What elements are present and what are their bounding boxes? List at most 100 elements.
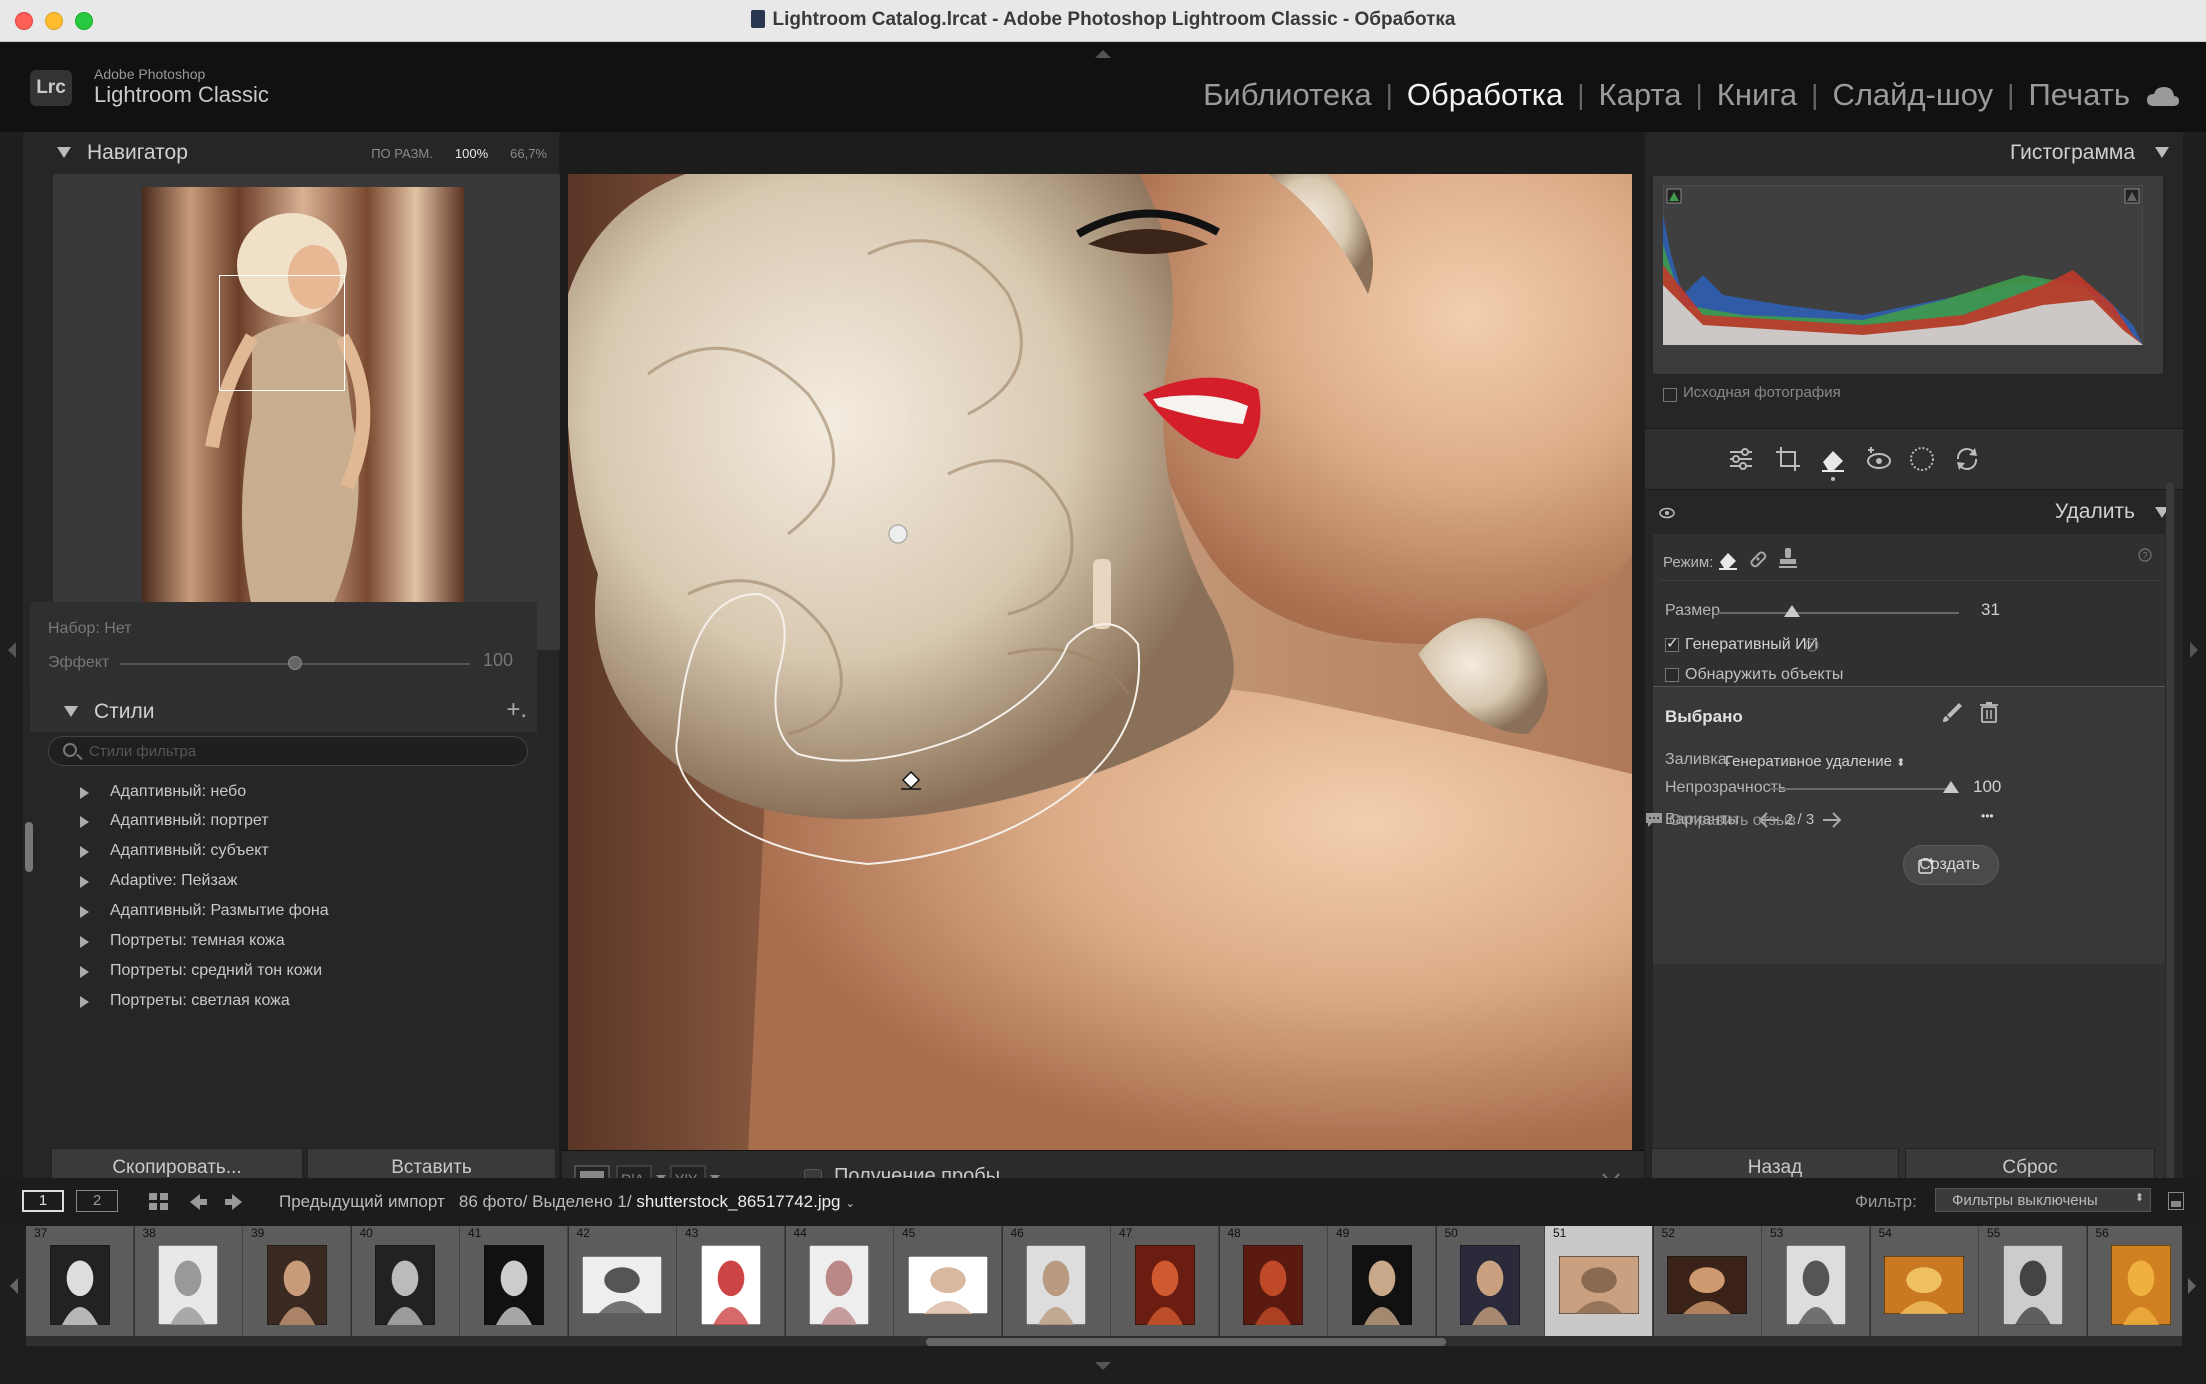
module-map[interactable]: Карта (1585, 77, 1696, 113)
left-panel-toggle-icon[interactable] (6, 642, 16, 658)
size-slider-knob[interactable] (1784, 605, 1801, 617)
styles-header[interactable]: Стили +. (30, 690, 537, 732)
filmstrip-thumbnail[interactable] (1558, 1256, 1639, 1314)
filmstrip-cell[interactable]: 45 (894, 1226, 1002, 1336)
zoom-100-option[interactable]: 100% (455, 146, 488, 161)
secondary-window-button[interactable]: 2 (76, 1190, 118, 1212)
filmstrip-thumbnail[interactable] (1667, 1256, 1747, 1314)
expand-icon[interactable] (80, 876, 89, 888)
masking-icon[interactable] (1908, 445, 1936, 473)
preset-effect-slider-knob[interactable] (288, 656, 302, 670)
zoom-custom-option[interactable]: 66,7% (510, 146, 547, 161)
filmstrip-thumbnail[interactable] (1351, 1245, 1412, 1325)
list-item[interactable]: Адаптивный: небо (30, 780, 530, 810)
filmstrip-cell[interactable]: 43 (677, 1226, 785, 1336)
expand-icon[interactable] (80, 816, 89, 828)
filmstrip-thumbnail[interactable] (1785, 1245, 1846, 1325)
breadcrumb[interactable]: Предыдущий импорт 86 фото/ Выделено 1/ s… (279, 1192, 855, 1212)
filmstrip-cell[interactable]: 40 (351, 1226, 460, 1336)
eraser-icon[interactable] (1819, 445, 1847, 473)
filmstrip-thumbnail[interactable] (700, 1245, 761, 1325)
filmstrip-right-icon[interactable] (2188, 1278, 2198, 1294)
forward-arrow-icon[interactable] (224, 1192, 244, 1212)
navigator-thumbnail[interactable] (142, 187, 464, 667)
main-photo[interactable] (568, 174, 1632, 1154)
opacity-slider-knob[interactable] (1943, 781, 1959, 793)
size-value[interactable]: 31 (1981, 600, 2000, 620)
list-item[interactable]: Портреты: светлая кожа (30, 989, 530, 1019)
filmstrip-cell[interactable]: 56 (2087, 1226, 2182, 1336)
filter-select[interactable]: Фильтры выключены ⬍ (1935, 1188, 2151, 1212)
filmstrip-thumbnail[interactable] (1243, 1245, 1303, 1325)
filmstrip-cell[interactable]: 53 (1762, 1226, 1870, 1336)
filter-lock-icon[interactable] (2168, 1192, 2184, 1210)
brush-icon[interactable] (1941, 701, 1963, 723)
module-library[interactable]: Библиотека (1189, 77, 1386, 113)
help-icon[interactable]: ? (1805, 638, 1819, 652)
filmstrip-scrollbar[interactable] (926, 1338, 1446, 1346)
navigator-viewport-rect[interactable] (219, 275, 345, 391)
expand-icon[interactable] (80, 846, 89, 858)
crop-icon[interactable] (1774, 445, 1802, 473)
filmstrip-cell[interactable]: 50 (1436, 1226, 1545, 1336)
filmstrip-thumbnail[interactable] (1460, 1245, 1520, 1325)
remove-header[interactable]: Удалить (1645, 492, 2183, 534)
remove-mode-icon[interactable] (1717, 548, 1739, 570)
filmstrip-cell[interactable]: 39 (243, 1226, 351, 1336)
feedback-link[interactable]: Отправить отзыв (1646, 812, 1796, 830)
right-panel-toggle-icon[interactable] (2190, 642, 2200, 658)
filmstrip-thumbnail[interactable] (582, 1256, 662, 1314)
filmstrip-cell[interactable]: 44 (785, 1226, 894, 1336)
red-eye-icon[interactable] (1865, 445, 1893, 473)
generative-ai-checkbox[interactable] (1665, 634, 1679, 652)
filmstrip-thumbnail[interactable] (1884, 1256, 1964, 1314)
expand-icon[interactable] (80, 996, 89, 1008)
opacity-value[interactable]: 100 (1973, 777, 2001, 797)
zoom-fit-option[interactable]: ПО РАЗМ. (371, 146, 433, 161)
reset-rotate-icon[interactable] (1953, 445, 1981, 473)
filmstrip-cell[interactable]: 51 (1545, 1226, 1653, 1336)
create-button[interactable]: Создать (1903, 845, 1999, 885)
add-style-button[interactable]: +. (506, 696, 527, 724)
module-print[interactable]: Печать (2014, 77, 2144, 113)
list-item[interactable]: Портреты: средний тон кожи (30, 959, 530, 989)
filmstrip-cell[interactable]: 37 (26, 1226, 134, 1336)
original-photo-checkbox[interactable] (1663, 388, 1677, 402)
back-arrow-icon[interactable] (188, 1192, 208, 1212)
eye-icon[interactable] (1659, 505, 1675, 521)
filmstrip-thumbnail[interactable] (907, 1256, 988, 1314)
more-options-button[interactable]: ••• (1981, 809, 1994, 823)
filmstrip-thumbnail[interactable] (375, 1245, 435, 1325)
filmstrip-thumbnail[interactable] (1026, 1245, 1086, 1325)
filmstrip-cell[interactable]: 52 (1653, 1226, 1762, 1336)
cloud-icon[interactable] (2146, 86, 2180, 108)
styles-search-input[interactable]: Стили фильтра (48, 736, 528, 766)
filmstrip-thumbnail[interactable] (2002, 1245, 2063, 1325)
filmstrip-cell[interactable]: 55 (1979, 1226, 2087, 1336)
navigator-header[interactable]: Навигатор ПО РАЗМ. 100% 66,7% (23, 132, 559, 174)
filmstrip-cell[interactable]: 41 (460, 1226, 568, 1336)
filmstrip-cell[interactable]: 38 (134, 1226, 243, 1336)
filmstrip-cell[interactable]: 42 (568, 1226, 677, 1336)
list-item[interactable]: Адаптивный: портрет (30, 809, 530, 839)
filmstrip-thumbnail[interactable] (809, 1245, 869, 1325)
expand-icon[interactable] (80, 787, 89, 799)
filmstrip-cell[interactable]: 46 (1002, 1226, 1111, 1336)
filmstrip-thumbnail[interactable] (2111, 1245, 2171, 1325)
filmstrip-thumbnail[interactable] (158, 1245, 218, 1325)
list-item[interactable]: Адаптивный: Размытие фона (30, 899, 530, 929)
opacity-slider-track[interactable] (1769, 788, 1951, 790)
expand-icon[interactable] (80, 936, 89, 948)
module-book[interactable]: Книга (1703, 77, 1811, 113)
heal-mode-icon[interactable] (1747, 548, 1769, 570)
histogram-header[interactable]: Гистограмма (1645, 132, 2183, 174)
filmstrip-cell[interactable]: 47 (1111, 1226, 1219, 1336)
filmstrip-cell[interactable]: 49 (1328, 1226, 1436, 1336)
adjust-sliders-icon[interactable] (1727, 445, 1755, 473)
module-develop[interactable]: Обработка (1393, 77, 1577, 113)
filmstrip-cell[interactable]: 48 (1219, 1226, 1328, 1336)
next-variant-icon[interactable] (1821, 811, 1843, 829)
trash-icon[interactable] (1979, 701, 1999, 723)
expand-icon[interactable] (80, 966, 89, 978)
filmstrip-toggle-icon[interactable] (1095, 1362, 1111, 1372)
